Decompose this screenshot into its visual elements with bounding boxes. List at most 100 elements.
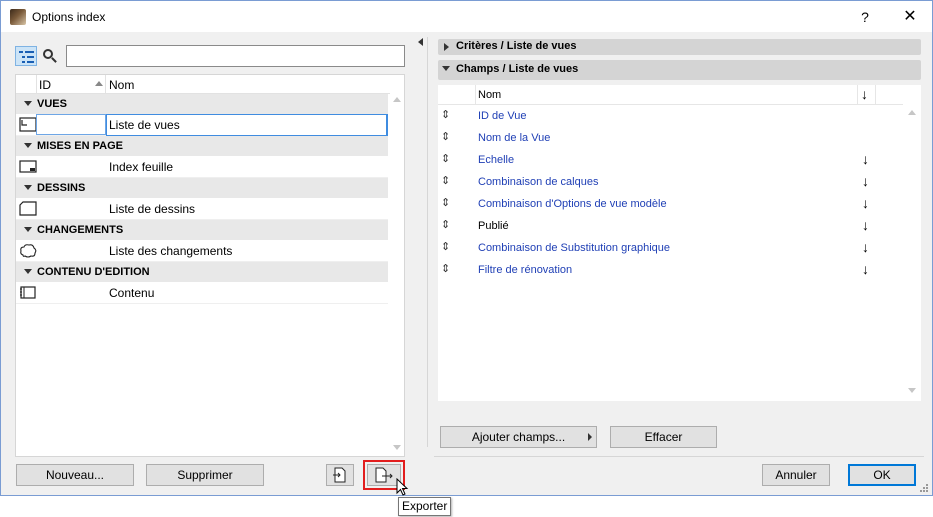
collapse-arrow-icon[interactable] (24, 269, 32, 274)
item-name: Contenu (109, 286, 155, 300)
item-id-field[interactable] (36, 156, 106, 177)
field-row[interactable]: ⇕ Nom de la Vue (438, 127, 903, 149)
collapse-arrow-icon[interactable] (24, 227, 32, 232)
fields-section-header[interactable]: Champs / Liste de vues (438, 60, 921, 80)
drag-handle-icon[interactable]: ⇕ (441, 152, 450, 165)
field-row[interactable]: ⇕ Publié ↓ (438, 215, 903, 237)
scroll-up-arrow-icon[interactable] (393, 97, 401, 102)
mouse-pointer-icon (396, 478, 409, 496)
sort-order-icon[interactable]: ↓ (862, 173, 869, 189)
expand-arrow-icon[interactable] (444, 43, 449, 51)
list-item-index-feuille[interactable]: Index feuille (16, 156, 388, 178)
column-header-id[interactable]: ID (39, 78, 51, 92)
drag-handle-icon[interactable]: ⇕ (441, 196, 450, 209)
column-header-name[interactable]: Nom (109, 78, 134, 92)
delete-button[interactable]: Supprimer (146, 464, 264, 486)
drag-handle-icon[interactable]: ⇕ (441, 240, 450, 253)
index-tree: ID Nom VUES Liste de vues MISES EN PAGE … (15, 74, 405, 457)
field-name[interactable]: Combinaison de Substitution graphique (478, 242, 670, 254)
field-name[interactable]: ID de Vue (478, 110, 527, 122)
field-name[interactable]: Publié (478, 220, 509, 232)
scroll-down-arrow-icon[interactable] (393, 445, 401, 450)
item-name: Index feuille (109, 160, 174, 174)
layout-sheet-icon (19, 160, 37, 173)
item-id-field[interactable] (36, 240, 106, 261)
group-row-contenu-d-edition[interactable]: CONTENU D'EDITION (16, 262, 388, 282)
item-id-field[interactable] (36, 114, 106, 135)
group-row-dessins[interactable]: DESSINS (16, 178, 388, 198)
item-id-field[interactable] (36, 282, 106, 303)
sort-order-icon[interactable]: ↓ (862, 151, 869, 167)
group-row-vues[interactable]: VUES (16, 94, 388, 114)
criteria-section-label: Critères / Liste de vues (456, 40, 577, 52)
drag-handle-icon[interactable]: ⇕ (441, 262, 450, 275)
group-label: VUES (37, 98, 67, 110)
tree-view-icon[interactable] (15, 46, 37, 66)
collapse-arrow-icon[interactable] (24, 143, 32, 148)
help-icon[interactable]: ? (855, 7, 875, 27)
sort-order-icon[interactable]: ↓ (862, 217, 869, 233)
clear-button[interactable]: Effacer (610, 426, 717, 448)
scroll-up-arrow-icon[interactable] (908, 110, 916, 115)
drawing-icon (19, 201, 37, 216)
import-button[interactable] (326, 464, 354, 486)
field-row[interactable]: ⇕ Combinaison de Substitution graphique … (438, 237, 903, 259)
panel-divider[interactable] (427, 37, 428, 447)
collapse-arrow-icon[interactable] (24, 101, 32, 106)
list-item-liste-de-vues[interactable]: Liste de vues (16, 114, 388, 136)
field-name[interactable]: Combinaison d'Options de vue modèle (478, 198, 667, 210)
field-row[interactable]: ⇕ Combinaison de calques ↓ (438, 171, 903, 193)
app-icon (10, 9, 26, 25)
field-row[interactable]: ⇕ Echelle ↓ (438, 149, 903, 171)
resize-grip-icon[interactable] (919, 483, 929, 493)
field-name[interactable]: Filtre de rénovation (478, 264, 572, 276)
field-name[interactable]: Echelle (478, 154, 514, 166)
drag-handle-icon[interactable]: ⇕ (441, 174, 450, 187)
sort-order-icon[interactable]: ↓ (862, 195, 869, 211)
collapse-arrow-icon[interactable] (442, 66, 450, 71)
drag-handle-icon[interactable]: ⇕ (441, 108, 450, 121)
window-title: Options index (32, 10, 106, 24)
fields-table: Nom ↓ ⇕ ID de Vue ⇕ Nom de la Vue ⇕ Eche… (438, 85, 921, 401)
field-row[interactable]: ⇕ Filtre de rénovation ↓ (438, 259, 903, 281)
drag-handle-icon[interactable]: ⇕ (441, 130, 450, 143)
field-row[interactable]: ⇕ Combinaison d'Options de vue modèle ↓ (438, 193, 903, 215)
fields-table-header: Nom ↓ (438, 85, 903, 105)
close-icon[interactable]: ✕ (900, 7, 920, 27)
add-fields-label: Ajouter champs... (471, 430, 566, 444)
list-item-liste-de-dessins[interactable]: Liste de dessins (16, 198, 388, 220)
cancel-button[interactable]: Annuler (762, 464, 830, 486)
field-name[interactable]: Nom de la Vue (478, 132, 550, 144)
tree-header: ID Nom (16, 75, 390, 94)
list-item-contenu[interactable]: Contenu (16, 282, 388, 304)
sort-order-icon[interactable]: ↓ (862, 239, 869, 255)
book-icon (20, 286, 36, 299)
drag-handle-icon[interactable]: ⇕ (441, 218, 450, 231)
revision-cloud-icon (20, 244, 37, 258)
field-row[interactable]: ⇕ ID de Vue (438, 105, 903, 127)
search-icon[interactable] (41, 47, 59, 65)
submenu-arrow-icon (588, 433, 592, 441)
collapse-left-panel-icon[interactable] (418, 38, 423, 46)
collapse-arrow-icon[interactable] (24, 185, 32, 190)
sort-order-icon[interactable]: ↓ (862, 261, 869, 277)
scroll-down-arrow-icon[interactable] (908, 388, 916, 393)
list-item-liste-des-changements[interactable]: Liste des changements (16, 240, 388, 262)
column-header-sort[interactable]: ↓ (861, 86, 868, 102)
item-name: Liste des changements (109, 244, 233, 258)
group-row-mises-en-page[interactable]: MISES EN PAGE (16, 136, 388, 156)
group-label: MISES EN PAGE (37, 140, 123, 152)
add-fields-button[interactable]: Ajouter champs... (440, 426, 597, 448)
new-button[interactable]: Nouveau... (16, 464, 134, 486)
column-header-name[interactable]: Nom (478, 89, 501, 101)
field-name[interactable]: Combinaison de calques (478, 176, 598, 188)
ok-button[interactable]: OK (848, 464, 916, 486)
item-name: Liste de dessins (109, 202, 196, 216)
criteria-section-header[interactable]: Critères / Liste de vues (438, 39, 921, 55)
view-list-icon (19, 117, 37, 132)
item-name: Liste de vues (109, 118, 180, 132)
options-index-dialog: Options index ? ✕ ID Nom VUES Liste de v… (0, 0, 933, 496)
item-id-field[interactable] (36, 198, 106, 219)
search-input[interactable] (66, 45, 405, 67)
group-row-changements[interactable]: CHANGEMENTS (16, 220, 388, 240)
